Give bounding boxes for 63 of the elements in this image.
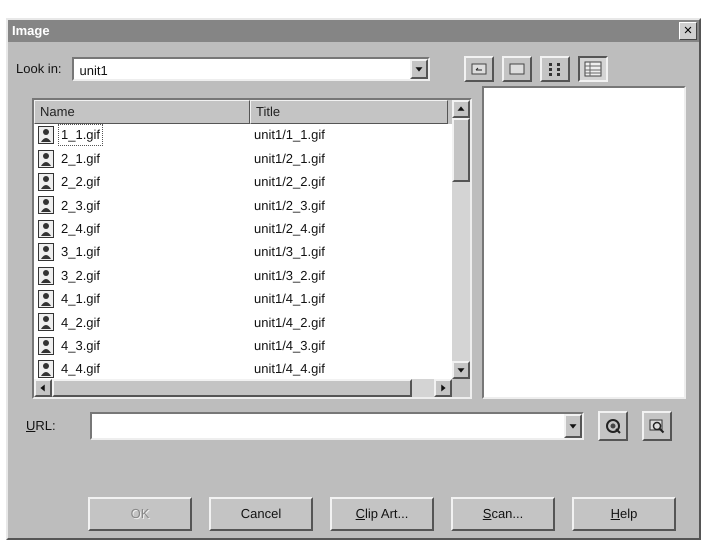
image-file-icon — [38, 243, 54, 262]
file-name[interactable]: 2_3.gif — [58, 194, 104, 216]
file-name[interactable]: 3_2.gif — [58, 264, 104, 286]
file-title: unit1/4_2.gif — [253, 314, 325, 332]
image-file-icon — [38, 266, 54, 285]
look-in-dropdown[interactable]: unit1 — [72, 57, 430, 81]
image-file-icon — [38, 126, 54, 144]
scroll-thumb[interactable] — [52, 379, 412, 397]
file-name[interactable]: 1_1.gif — [58, 124, 104, 146]
vertical-scrollbar[interactable] — [452, 100, 470, 379]
url-label: URL: — [26, 417, 57, 436]
file-title: unit1/3_1.gif — [253, 243, 325, 262]
globe-search-icon — [604, 417, 622, 435]
scrollbar-corner — [452, 379, 470, 397]
details-view-button[interactable] — [578, 56, 608, 82]
look-in-label: Look in: — [16, 60, 62, 78]
image-file-icon — [38, 313, 54, 332]
scroll-right-button[interactable] — [434, 379, 452, 397]
scroll-left-button[interactable] — [34, 379, 52, 397]
dialog-button[interactable]: Cancel — [209, 497, 313, 531]
file-title: unit1/2_1.gif — [253, 150, 325, 168]
horizontal-scrollbar[interactable] — [34, 379, 470, 397]
column-header[interactable]: Title — [250, 100, 448, 124]
file-title: unit1/1_1.gif — [253, 126, 325, 144]
image-file-icon — [38, 172, 54, 191]
file-title: unit1/2_4.gif — [253, 220, 325, 238]
browse-file-button[interactable] — [642, 411, 672, 441]
file-name[interactable]: 4_3.gif — [58, 334, 104, 356]
column-header[interactable]: Name — [34, 100, 250, 124]
up-folder-button[interactable] — [464, 56, 494, 82]
file-name[interactable]: 4_1.gif — [58, 288, 104, 310]
file-title: unit1/2_2.gif — [253, 173, 325, 192]
file-name[interactable]: 2_4.gif — [58, 218, 104, 240]
file-title: unit1/3_2.gif — [253, 266, 325, 285]
dialog-button[interactable]: Clip Art... — [330, 497, 434, 531]
scroll-thumb[interactable] — [452, 118, 470, 182]
image-file-icon — [38, 150, 54, 168]
url-field[interactable] — [90, 412, 584, 440]
table-icon — [584, 60, 602, 78]
image-file-icon — [38, 336, 54, 355]
image-file-icon — [38, 220, 54, 238]
file-name[interactable]: 2_1.gif — [58, 148, 104, 170]
file-title: unit1/4_4.gif — [253, 360, 325, 378]
new-folder-button[interactable] — [502, 56, 532, 82]
image-file-icon — [38, 196, 54, 214]
search-icon — [648, 417, 666, 435]
file-name[interactable]: 4_2.gif — [58, 312, 104, 334]
image-file-icon — [38, 360, 54, 378]
file-name[interactable]: 2_2.gif — [58, 171, 104, 193]
dialog-button[interactable]: Scan... — [451, 497, 555, 531]
browse-web-button[interactable] — [598, 411, 628, 441]
file-title: unit1/4_3.gif — [253, 336, 325, 355]
file-title: unit1/4_1.gif — [253, 290, 325, 308]
list-view-button[interactable] — [540, 56, 570, 82]
file-title: unit1/2_3.gif — [253, 196, 325, 215]
image-file-icon — [38, 290, 54, 308]
file-name[interactable]: 3_1.gif — [58, 241, 104, 263]
scroll-down-button[interactable] — [452, 361, 470, 379]
dialog-button[interactable]: Help — [572, 497, 676, 531]
scroll-up-button[interactable] — [452, 100, 470, 118]
file-name[interactable]: 4_4.gif — [58, 358, 104, 379]
close-button[interactable]: × — [679, 22, 697, 40]
window-title: Image — [12, 22, 50, 40]
